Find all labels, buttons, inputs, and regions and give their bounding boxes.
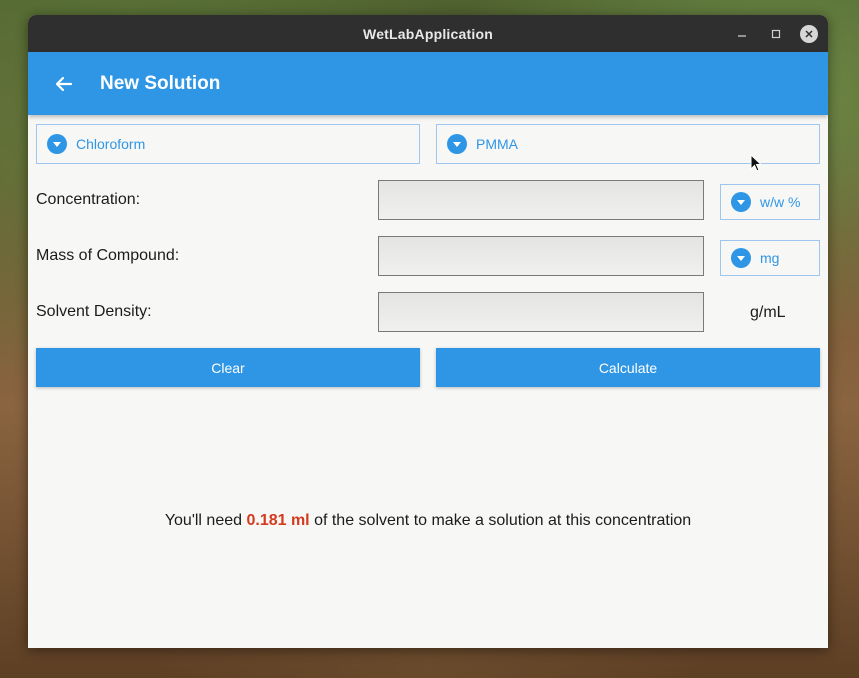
maximize-button[interactable] bbox=[764, 15, 788, 52]
maximize-icon bbox=[771, 29, 781, 38]
close-button[interactable] bbox=[798, 15, 820, 52]
page-title: New Solution bbox=[100, 72, 221, 94]
mass-label: Mass of Compound: bbox=[36, 247, 180, 264]
mouse-cursor-icon bbox=[750, 154, 762, 172]
chevron-down-icon bbox=[47, 134, 67, 154]
density-unit-label: g/mL bbox=[750, 304, 786, 321]
clear-button[interactable]: Clear bbox=[36, 348, 420, 387]
compound-dropdown-value: PMMA bbox=[476, 136, 518, 152]
app-window: WetLabApplication New Solution Chlorofor… bbox=[28, 15, 828, 648]
result-suffix: of the solvent to make a solution at thi… bbox=[309, 512, 692, 529]
density-label: Solvent Density: bbox=[36, 303, 152, 320]
compound-dropdown[interactable]: PMMA bbox=[436, 124, 820, 164]
app-bar: New Solution bbox=[28, 52, 828, 115]
chevron-down-icon bbox=[731, 192, 751, 212]
main-content: Chloroform PMMA Concentration: w/w % Mas… bbox=[28, 115, 828, 648]
minimize-icon bbox=[738, 34, 746, 37]
back-button[interactable] bbox=[28, 52, 100, 115]
window-titlebar[interactable]: WetLabApplication bbox=[28, 15, 828, 52]
concentration-unit-dropdown[interactable]: w/w % bbox=[720, 184, 820, 220]
solvent-dropdown-value: Chloroform bbox=[76, 136, 146, 152]
concentration-input[interactable] bbox=[378, 180, 704, 220]
result-message: You'll need 0.181 ml of the solvent to m… bbox=[28, 512, 828, 530]
mass-unit-value: mg bbox=[760, 250, 780, 266]
mass-input[interactable] bbox=[378, 236, 704, 276]
close-icon bbox=[805, 29, 813, 38]
solvent-dropdown[interactable]: Chloroform bbox=[36, 124, 420, 164]
arrow-back-icon bbox=[55, 76, 73, 91]
chevron-down-icon bbox=[731, 248, 751, 268]
density-input[interactable] bbox=[378, 292, 704, 332]
concentration-unit-value: w/w % bbox=[760, 194, 801, 210]
calculate-button[interactable]: Calculate bbox=[436, 348, 820, 387]
result-amount: 0.181 ml bbox=[246, 512, 310, 529]
chevron-down-icon bbox=[447, 134, 467, 154]
window-title: WetLabApplication bbox=[363, 25, 493, 42]
result-prefix: You'll need bbox=[164, 512, 247, 529]
mass-unit-dropdown[interactable]: mg bbox=[720, 240, 820, 276]
minimize-button[interactable] bbox=[730, 15, 754, 52]
concentration-label: Concentration: bbox=[36, 191, 141, 208]
